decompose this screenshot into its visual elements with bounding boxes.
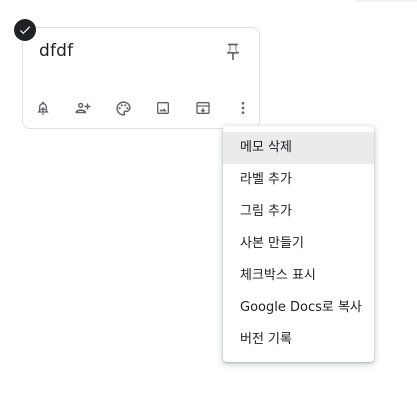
- top-edge-fragment: [355, 0, 417, 2]
- pin-icon[interactable]: [221, 40, 245, 64]
- note-card[interactable]: dfdf: [22, 27, 260, 129]
- archive-icon[interactable]: [191, 96, 215, 120]
- more-vert-icon[interactable]: [231, 96, 255, 120]
- menu-item-make-copy[interactable]: 사본 만들기: [223, 228, 374, 260]
- menu-item-copy-to-docs[interactable]: Google Docs로 복사: [223, 292, 374, 324]
- note-toolbar: [31, 96, 257, 120]
- note-title[interactable]: dfdf: [39, 41, 73, 61]
- select-note-check-icon[interactable]: [14, 19, 36, 41]
- menu-item-add-label[interactable]: 라벨 추가: [223, 164, 374, 196]
- menu-item-add-drawing[interactable]: 그림 추가: [223, 196, 374, 228]
- menu-item-show-checkboxes[interactable]: 체크박스 표시: [223, 260, 374, 292]
- more-options-menu: 메모 삭제 라벨 추가 그림 추가 사본 만들기 체크박스 표시 Google …: [223, 126, 374, 362]
- add-reminder-icon[interactable]: [31, 96, 55, 120]
- collaborator-icon[interactable]: [71, 96, 95, 120]
- menu-item-delete-note[interactable]: 메모 삭제: [223, 132, 374, 164]
- image-icon[interactable]: [151, 96, 175, 120]
- palette-icon[interactable]: [111, 96, 135, 120]
- keep-page: dfdf 메모 삭제 라벨 추가 그림 추가 사본 만들기 체크박스 표시 Go…: [0, 0, 417, 406]
- menu-item-version-history[interactable]: 버전 기록: [223, 324, 374, 356]
